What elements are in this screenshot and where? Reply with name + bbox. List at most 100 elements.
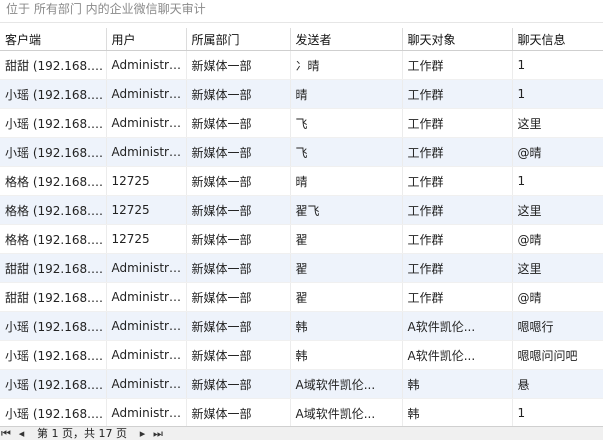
- header-user[interactable]: 用户: [106, 28, 187, 51]
- cell-chat-target: 工作群: [402, 253, 513, 283]
- table-header-row: 客户端 用户 所属部门 发送者 聊天对象 聊天信息: [0, 28, 603, 51]
- chat-audit-grid[interactable]: 客户端 用户 所属部门 发送者 聊天对象 聊天信息 甜甜 (192.168.1.…: [0, 28, 603, 426]
- cell-user: 12725: [106, 166, 187, 196]
- table-row[interactable]: 格格 (192.168.1... 12725 新媒体一部翟工作群 @晴: [0, 224, 603, 254]
- table-row[interactable]: 小瑶 (192.168.1... Administra... 新媒体一部晴工作群 1: [0, 79, 603, 109]
- cell-sender: 飞: [290, 137, 403, 167]
- cell-client: 小瑶 (192.168.1...: [0, 340, 107, 370]
- cell-chat-message: @晴: [512, 282, 603, 312]
- cell-sender: 晴: [290, 79, 403, 109]
- cell-user: Administra...: [106, 50, 187, 80]
- cell-sender: 冫晴: [290, 50, 403, 80]
- pagination-bar: ⏮ ◂ 第 1 页，共 17 页 ▸ ⏭: [0, 426, 603, 440]
- table-row[interactable]: 小瑶 (192.168.1... Administra... 新媒体一部韩 A软件凯伦…: [0, 340, 603, 370]
- cell-client: 小瑶 (192.168.1...: [0, 137, 107, 167]
- cell-department: 新媒体一部: [186, 50, 291, 80]
- cell-user: Administra...: [106, 282, 187, 312]
- table-row[interactable]: 小瑶 (192.168.1... Administra... 新媒体一部 A域软件凯伦…: [0, 369, 603, 399]
- cell-client: 甜甜 (192.168.1...: [0, 253, 107, 283]
- cell-sender: 翟飞: [290, 195, 403, 225]
- header-department[interactable]: 所属部门: [186, 28, 291, 51]
- table-row[interactable]: 甜甜 (192.168.1... Administra... 新媒体一部 冫晴 工作群 1: [0, 50, 603, 80]
- cell-sender: 飞: [290, 108, 403, 138]
- cell-client: 小瑶 (192.168.1...: [0, 369, 107, 399]
- cell-sender: 韩: [290, 340, 403, 370]
- cell-user: Administra...: [106, 253, 187, 283]
- cell-user: Administra...: [106, 79, 187, 109]
- cell-sender: 翟: [290, 253, 403, 283]
- header-chat-message[interactable]: 聊天信息: [512, 28, 603, 51]
- cell-client: 格格 (192.168.1...: [0, 166, 107, 196]
- location-breadcrumb: 位于 所有部门 内的企业微信聊天审计: [0, 0, 603, 23]
- header-client[interactable]: 客户端: [0, 28, 107, 51]
- cell-user: Administra...: [106, 108, 187, 138]
- cell-sender: 翟: [290, 224, 403, 254]
- cell-chat-target: 工作群: [402, 282, 513, 312]
- header-sender[interactable]: 发送者: [290, 28, 403, 51]
- cell-client: 小瑶 (192.168.1...: [0, 398, 107, 426]
- first-page-icon[interactable]: ⏮: [0, 427, 12, 440]
- table-row[interactable]: 格格 (192.168.1... 12725 新媒体一部 翟飞 工作群 这里: [0, 195, 603, 225]
- cell-department: 新媒体一部: [186, 253, 291, 283]
- cell-user: Administra...: [106, 137, 187, 167]
- cell-client: 小瑶 (192.168.1...: [0, 311, 107, 341]
- cell-department: 新媒体一部: [186, 369, 291, 399]
- cell-chat-target: 工作群: [402, 50, 513, 80]
- table-row[interactable]: 甜甜 (192.168.1... Administra... 新媒体一部翟工作群 @晴: [0, 282, 603, 312]
- cell-user: Administra...: [106, 369, 187, 399]
- table-row[interactable]: 小瑶 (192.168.1... Administra... 新媒体一部韩 A软件凯伦…: [0, 311, 603, 341]
- cell-chat-target: 工作群: [402, 195, 513, 225]
- cell-chat-target: 工作群: [402, 108, 513, 138]
- cell-chat-message: 嗯嗯行: [512, 311, 603, 341]
- cell-client: 格格 (192.168.1...: [0, 224, 107, 254]
- cell-sender: 翟: [290, 282, 403, 312]
- cell-client: 小瑶 (192.168.1...: [0, 108, 107, 138]
- cell-department: 新媒体一部: [186, 137, 291, 167]
- cell-chat-target: 工作群: [402, 224, 513, 254]
- cell-chat-target: 工作群: [402, 137, 513, 167]
- cell-chat-message: 1: [512, 398, 603, 426]
- cell-chat-target: A软件凯伦...: [402, 311, 513, 341]
- cell-department: 新媒体一部: [186, 224, 291, 254]
- cell-chat-target: A软件凯伦...: [402, 340, 513, 370]
- cell-chat-message: 悬: [512, 369, 603, 399]
- cell-department: 新媒体一部: [186, 340, 291, 370]
- page-indicator: 第 1 页，共 17 页: [37, 427, 127, 440]
- table-row[interactable]: 小瑶 (192.168.1... Administra... 新媒体一部 A域软件凯伦…: [0, 398, 603, 426]
- cell-chat-message: 嗯嗯问问吧: [512, 340, 603, 370]
- cell-client: 甜甜 (192.168.1...: [0, 282, 107, 312]
- cell-sender: A域软件凯伦...: [290, 398, 403, 426]
- location-text: 位于 所有部门 内的企业微信聊天审计: [6, 2, 206, 16]
- table-row[interactable]: 格格 (192.168.1... 12725 新媒体一部晴工作群 1: [0, 166, 603, 196]
- cell-sender: 韩: [290, 311, 403, 341]
- cell-chat-message: @晴: [512, 224, 603, 254]
- cell-client: 甜甜 (192.168.1...: [0, 50, 107, 80]
- cell-user: Administra...: [106, 340, 187, 370]
- cell-department: 新媒体一部: [186, 166, 291, 196]
- cell-client: 格格 (192.168.1...: [0, 195, 107, 225]
- next-page-icon[interactable]: ▸: [136, 427, 148, 440]
- header-chat-target[interactable]: 聊天对象: [402, 28, 513, 51]
- table-row[interactable]: 甜甜 (192.168.1... Administra... 新媒体一部翟工作群 这里: [0, 253, 603, 283]
- cell-department: 新媒体一部: [186, 108, 291, 138]
- last-page-icon[interactable]: ⏭: [152, 427, 164, 440]
- cell-department: 新媒体一部: [186, 282, 291, 312]
- cell-sender: 晴: [290, 166, 403, 196]
- table-row[interactable]: 小瑶 (192.168.1... Administra... 新媒体一部飞工作群 这里: [0, 108, 603, 138]
- cell-chat-target: 韩: [402, 369, 513, 399]
- table-body: 甜甜 (192.168.1... Administra... 新媒体一部 冫晴 工作群 1…: [0, 50, 603, 426]
- cell-chat-message: 这里: [512, 195, 603, 225]
- cell-chat-target: 工作群: [402, 166, 513, 196]
- cell-user: 12725: [106, 224, 187, 254]
- cell-chat-message: 1: [512, 79, 603, 109]
- cell-user: Administra...: [106, 398, 187, 426]
- cell-department: 新媒体一部: [186, 398, 291, 426]
- cell-chat-message: 这里: [512, 108, 603, 138]
- cell-user: Administra...: [106, 311, 187, 341]
- chat-audit-table: 客户端 用户 所属部门 发送者 聊天对象 聊天信息 甜甜 (192.168.1.…: [0, 28, 603, 426]
- prev-page-icon[interactable]: ◂: [16, 427, 28, 440]
- cell-department: 新媒体一部: [186, 311, 291, 341]
- cell-department: 新媒体一部: [186, 195, 291, 225]
- table-row[interactable]: 小瑶 (192.168.1... Administra... 新媒体一部飞工作群 @晴: [0, 137, 603, 167]
- cell-user: 12725: [106, 195, 187, 225]
